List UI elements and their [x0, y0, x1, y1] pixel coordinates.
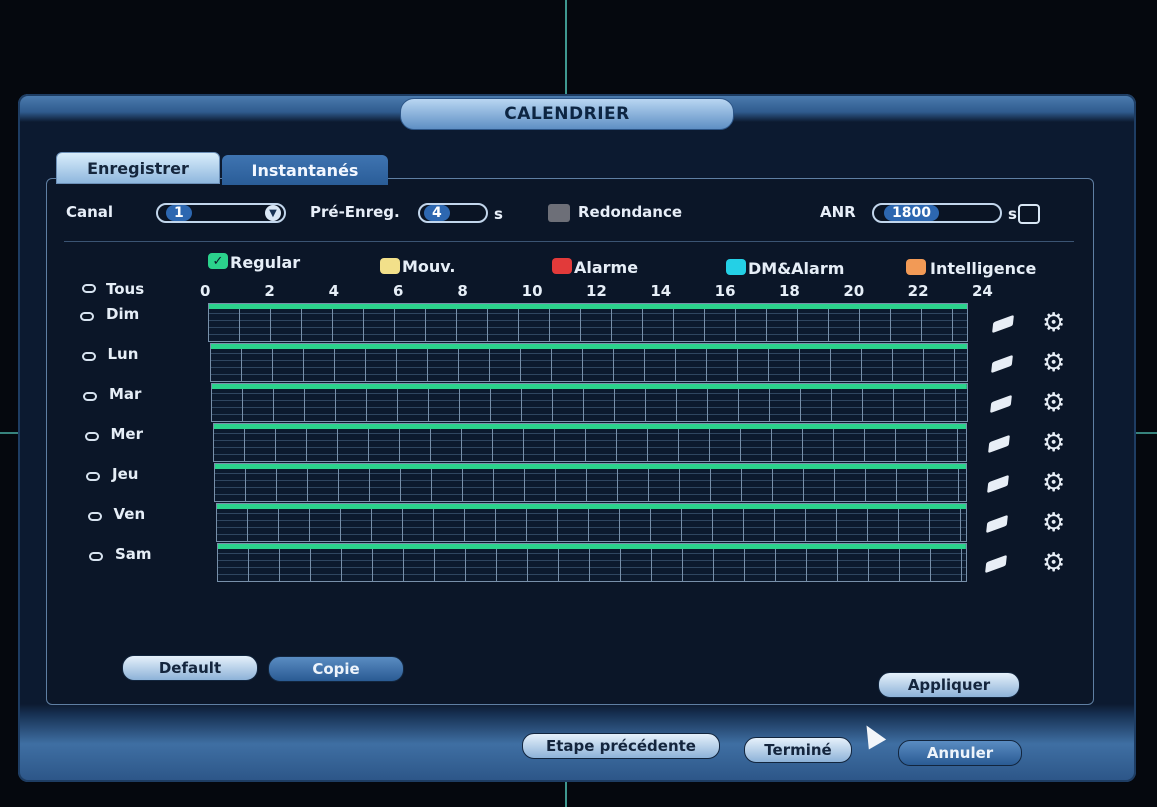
done-button[interactable]: Terminé	[744, 737, 852, 763]
day-label: Dim	[106, 305, 140, 323]
anr-label: ANR	[820, 203, 856, 221]
legend-intelligence-swatch[interactable]	[906, 259, 926, 275]
default-button[interactable]: Default	[122, 655, 258, 681]
hour-tick-label: 0	[200, 282, 211, 300]
tab-instantanes[interactable]: Instantanés	[222, 155, 388, 185]
day-label: Ven	[113, 505, 146, 523]
divider	[64, 241, 1074, 242]
appliquer-button[interactable]: Appliquer	[878, 672, 1020, 698]
day-radio[interactable]	[83, 392, 97, 401]
canal-value: 1	[166, 205, 192, 221]
gear-icon[interactable]: ⚙	[1042, 510, 1065, 536]
tous-label: Tous	[106, 280, 145, 298]
day-radio[interactable]	[86, 472, 100, 481]
legend-mouv-swatch[interactable]	[380, 258, 400, 274]
hour-tick-label: 10	[521, 282, 543, 300]
day-radio[interactable]	[80, 312, 94, 321]
gear-icon[interactable]: ⚙	[1042, 550, 1065, 576]
canal-label: Canal	[66, 203, 114, 221]
day-label: Mar	[109, 385, 142, 403]
hour-tick-label: 20	[843, 282, 865, 300]
day-radio[interactable]	[89, 552, 103, 561]
legend-dmalarm: DM&Alarm	[748, 259, 845, 278]
day-label: Mer	[110, 425, 144, 443]
day-radio[interactable]	[81, 352, 96, 361]
legend-alarme-swatch[interactable]	[552, 258, 572, 274]
hour-tick-label: 6	[393, 282, 404, 300]
pre-enreg-input[interactable]: 4	[418, 203, 488, 223]
cancel-button[interactable]: Annuler	[898, 740, 1022, 766]
hour-tick-label: 14	[650, 282, 672, 300]
gear-icon[interactable]: ⚙	[1042, 310, 1065, 336]
legend-intelligence: Intelligence	[930, 259, 1037, 278]
legend-dmalarm-swatch[interactable]	[726, 259, 746, 275]
day-label: Sam	[115, 545, 152, 563]
gear-icon[interactable]: ⚙	[1042, 470, 1065, 496]
schedule-bar[interactable]	[211, 383, 968, 422]
legend-regular: Regular	[230, 253, 301, 272]
back-button[interactable]: Etape précédente	[522, 733, 720, 759]
day-label: Lun	[107, 345, 139, 363]
pre-enreg-label: Pré-Enreg.	[310, 203, 400, 221]
hour-tick-label: 2	[264, 282, 275, 300]
hour-tick-label: 24	[972, 282, 993, 300]
day-radio[interactable]	[84, 432, 99, 441]
gear-icon[interactable]: ⚙	[1042, 390, 1065, 416]
redondance-checkbox[interactable]	[548, 204, 570, 222]
schedule-bar[interactable]	[214, 463, 968, 502]
tous-radio[interactable]	[82, 284, 96, 293]
schedule-bar[interactable]	[209, 343, 968, 382]
check-icon[interactable]: ✓	[208, 253, 228, 269]
gear-icon[interactable]: ⚙	[1042, 430, 1065, 456]
hour-tick-label: 18	[779, 282, 800, 300]
hour-tick-label: 22	[907, 282, 929, 300]
hour-tick-label: 16	[714, 282, 736, 300]
anr-value: 1800	[884, 205, 939, 221]
pre-enreg-value: 4	[424, 205, 450, 221]
redondance-label: Redondance	[578, 203, 683, 221]
day-label: Jeu	[112, 465, 139, 483]
anr-checkbox[interactable]	[1018, 204, 1040, 224]
anr-input[interactable]: 1800	[872, 203, 1002, 223]
day-radio[interactable]	[87, 512, 102, 521]
hour-tick-label: 12	[586, 282, 607, 300]
dialog-title: CALENDRIER	[400, 98, 734, 130]
tab-enregistrer[interactable]: Enregistrer	[56, 152, 220, 184]
gear-icon[interactable]: ⚙	[1042, 350, 1065, 376]
legend-alarme: Alarme	[574, 258, 639, 277]
schedule-bar[interactable]	[208, 303, 968, 342]
hour-tick-label: 4	[328, 282, 340, 300]
chevron-down-icon[interactable]: ▼	[265, 205, 281, 221]
copie-button[interactable]: Copie	[268, 656, 404, 682]
legend-mouv: Mouv.	[402, 257, 456, 276]
schedule-bar[interactable]	[212, 423, 968, 462]
schedule-bar[interactable]	[217, 543, 967, 582]
pre-enreg-unit: s	[494, 205, 503, 223]
anr-unit: s	[1008, 205, 1017, 223]
schedule-bar[interactable]	[215, 503, 967, 542]
hour-tick-label: 8	[457, 282, 468, 300]
